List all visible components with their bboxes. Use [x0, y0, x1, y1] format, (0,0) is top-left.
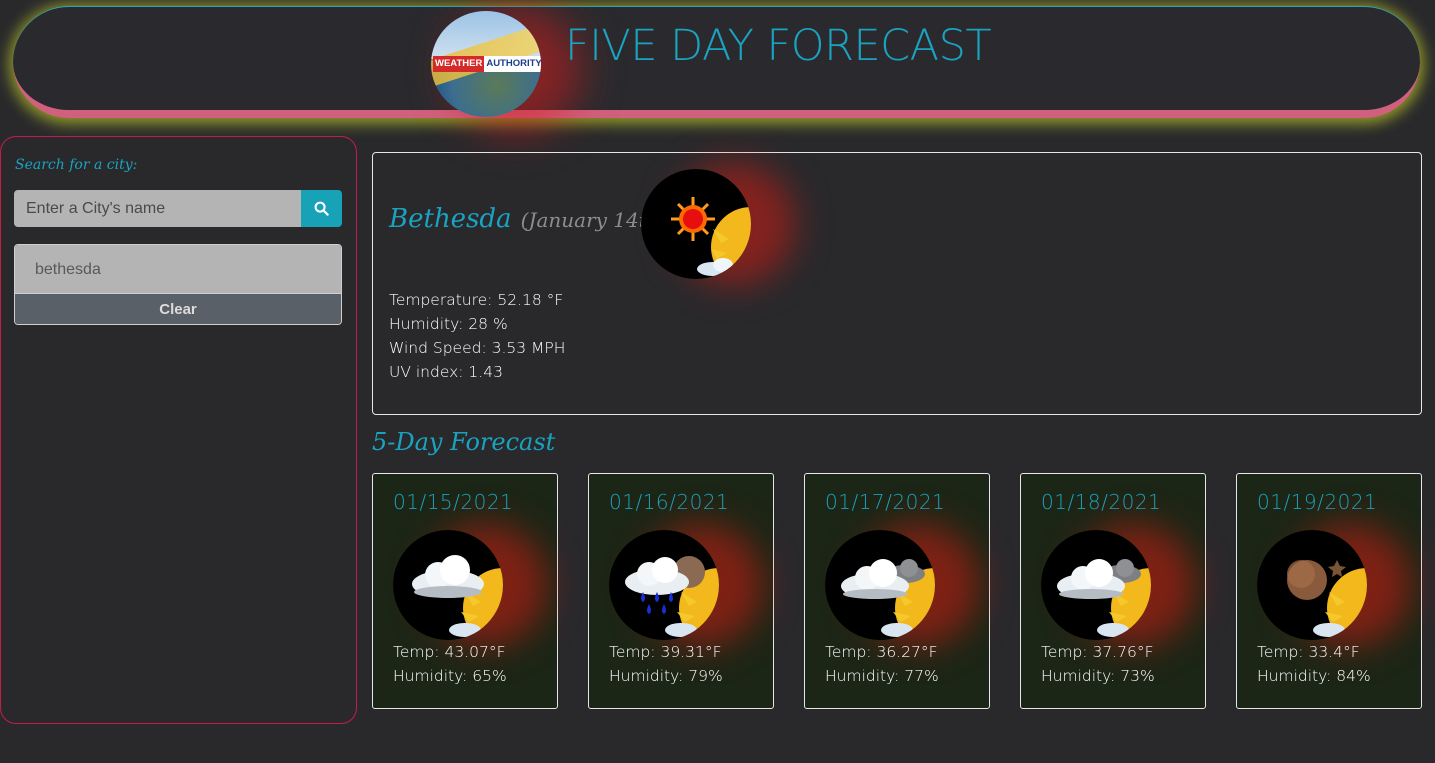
current-wind-speed: Wind Speed: 3.53 MPH [389, 339, 566, 357]
forecast-humidity: Humidity: 73% [1041, 667, 1155, 685]
search-history-list: bethesda Clear [14, 244, 342, 325]
city-name: Bethesda [389, 204, 512, 234]
forecast-card: 01/17/2021 Temp: 36.27°F Humidity: 77% [804, 473, 990, 709]
current-stats: Temperature: 52.18 °F Humidity: 28 % Win… [389, 288, 565, 384]
cloudy-icon [393, 530, 503, 640]
cloudy-icon [825, 530, 935, 640]
forecast-temp: Temp: 33.4°F [1257, 643, 1360, 661]
cloudy-icon [1041, 530, 1151, 640]
forecast-date: 01/18/2021 [1041, 490, 1162, 514]
forecast-temp: Temp: 43.07°F [393, 643, 506, 661]
current-uv-index: UV index: 1.43 [389, 363, 503, 381]
search-label: Search for a city: [15, 157, 138, 173]
city-heading: Bethesda (January 14th ) [389, 204, 674, 234]
logo-word-weather: WEATHER [433, 56, 485, 72]
forecast-date: 01/19/2021 [1257, 490, 1378, 514]
forecast-temp: Temp: 37.76°F [1041, 643, 1154, 661]
forecast-card: 01/15/2021 Temp: 43.07°F Humidity: 65% [372, 473, 558, 709]
forecast-card: 01/18/2021 Temp: 37.76°F Humidity: 73% [1020, 473, 1206, 709]
header-banner: WEATHER AUTHORITY FIVE DAY FORECAST [13, 6, 1420, 118]
forecast-humidity: Humidity: 79% [609, 667, 723, 685]
page-title: FIVE DAY FORECAST [565, 21, 992, 71]
sun-partly-icon [641, 169, 751, 279]
forecast-card: 01/16/2021 Temp: 39.31°F Humidity: 79% [588, 473, 774, 709]
clear-history-button[interactable]: Clear [15, 294, 341, 324]
forecast-date: 01/17/2021 [825, 490, 946, 514]
forecast-humidity: Humidity: 84% [1257, 667, 1371, 685]
city-search-input[interactable] [14, 190, 301, 227]
logo-word-authority: AUTHORITY [484, 56, 541, 72]
search-icon [314, 201, 329, 216]
forecast-temp: Temp: 36.27°F [825, 643, 938, 661]
forecast-card: 01/19/2021 Temp: 33.4°F Humidity: 84% [1236, 473, 1422, 709]
current-temperature: Temperature: 52.18 °F [389, 291, 564, 309]
forecast-date: 01/16/2021 [609, 490, 730, 514]
weather-authority-logo: WEATHER AUTHORITY [431, 11, 541, 117]
forecast-humidity: Humidity: 65% [393, 667, 507, 685]
current-humidity: Humidity: 28 % [389, 315, 508, 333]
rain-icon [609, 530, 719, 640]
forecast-humidity: Humidity: 77% [825, 667, 939, 685]
history-item-bethesda[interactable]: bethesda [15, 245, 341, 294]
search-sidebar: Search for a city: bethesda Clear [0, 136, 357, 724]
five-day-heading: 5-Day Forecast [372, 428, 556, 456]
forecast-date: 01/15/2021 [393, 490, 514, 514]
search-button[interactable] [301, 190, 342, 227]
moon-icon [1257, 530, 1367, 640]
current-weather-panel: Bethesda (January 14th ) Temperature: 52… [372, 152, 1422, 415]
forecast-temp: Temp: 39.31°F [609, 643, 722, 661]
